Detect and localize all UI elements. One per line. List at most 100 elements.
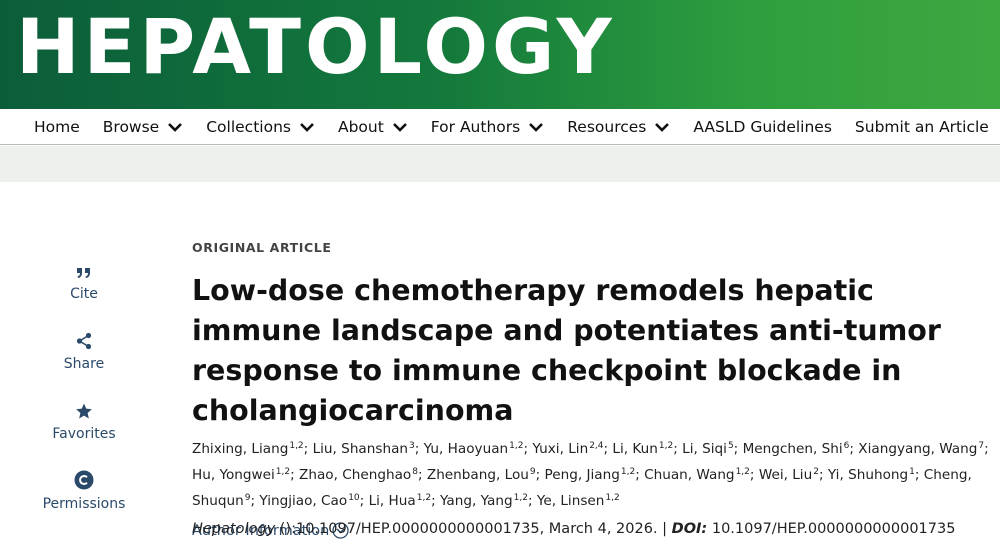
author-name[interactable]: Hu, Yongwei1,2 [192,467,290,483]
author-name-text: Mengchen, Shi [742,441,843,457]
author-affiliation: 7 [978,441,985,451]
author-affiliation: 1,2 [289,441,304,451]
author-name[interactable]: Yuxi, Lin2,4 [532,441,603,457]
star-icon [30,394,138,420]
author-name-text: Zhixing, Liang [192,441,289,457]
author-affiliation: 6 [843,441,850,451]
cite-button[interactable]: Cite [30,254,138,302]
toolbar-bar [0,146,1000,182]
author-name-text: Liu, Shanshan [312,441,409,457]
author-affiliation: 2,4 [589,441,604,451]
nav-item-resources[interactable]: Resources [567,118,670,136]
article-type: ORIGINAL ARTICLE [192,240,332,255]
permissions-button[interactable]: Permissions [30,464,138,512]
author-affiliation: 8 [412,467,418,477]
author-name-text: Wei, Liu [758,467,813,483]
author-name[interactable]: Liu, Shanshan3 [313,441,415,457]
journal-banner[interactable]: HEPATOLOGY [0,0,1000,109]
cite-label: Cite [70,286,98,302]
nav-item-aasld-guidelines[interactable]: AASLD Guidelines [693,118,832,136]
doi-label: DOI: [671,521,708,537]
citation-line: Hepatology ():10.1097/HEP.00000000000017… [192,521,992,537]
author-name-text: Yuxi, Lin [532,441,589,457]
author-name[interactable]: Ye, Linsen1,2 [537,493,620,509]
article-header: ORIGINAL ARTICLE Low-dose chemotherapy r… [192,240,992,539]
author-name[interactable]: Xiangyang, Wang7 [858,441,984,457]
author-name[interactable]: Chuan, Wang1,2 [644,467,750,483]
author-affiliation: 1,2 [275,467,291,477]
author-name-text: Hu, Yongwei [192,467,275,483]
chevron-down-icon [655,122,670,132]
author-name[interactable]: Yang, Yang1,2 [440,493,528,509]
nav-item-label: For Authors [430,117,521,136]
author-affiliation: 3 [409,441,415,451]
author-affiliation: 1,2 [605,493,620,503]
doi-link[interactable]: 10.1097/HEP.0000000000001735 [707,521,956,537]
author-name[interactable]: Peng, Jiang1,2 [545,467,636,483]
author-name-text: Yu, Haoyuan [423,441,509,457]
citation-details: ():10.1097/HEP.0000000000001735, March 4… [275,521,672,537]
chevron-down-icon [300,122,314,132]
nav-item-label: Home [34,117,80,136]
nav-item-label: AASLD Guidelines [693,117,832,136]
author-name[interactable]: Zhixing, Liang1,2 [192,441,304,457]
author-name-text: Xiangyang, Wang [858,441,978,457]
author-name[interactable]: Mengchen, Shi6 [743,441,850,457]
author-name-text: Yi, Shuhong [827,467,909,483]
author-name[interactable]: Li, Hua1,2 [369,493,432,509]
article-title: Low-dose chemotherapy remodels hepatic i… [192,274,941,427]
nav-item-browse[interactable]: Browse [103,118,183,136]
author-affiliation: 1,2 [735,467,750,477]
nav-item-label: Submit an Article [854,117,989,136]
author-name[interactable]: Li, Kun1,2 [612,441,673,457]
author-name-text: Peng, Jiang [544,467,620,483]
nav-item-submit-an-article[interactable]: Submit an Article [855,118,989,136]
author-name[interactable]: Yingjiao, Cao10 [259,493,359,509]
author-name-text: Li, Hua [368,493,416,509]
nav-item-home[interactable]: Home [34,118,80,136]
favorites-button[interactable]: Favorites [30,394,138,442]
author-affiliation: 1,2 [513,493,528,503]
author-name-text: Yingjiao, Cao [259,493,348,509]
nav-item-about[interactable]: About [338,118,408,136]
nav-item-for-authors[interactable]: For Authors [431,118,544,136]
citation-journal: Hepatology [192,521,276,537]
author-affiliation: 1 [909,467,915,477]
author-affiliation: 9 [244,493,251,503]
author-affiliation: 1,2 [658,441,674,451]
author-list: Zhixing, Liang1,2; Liu, Shanshan3; Yu, H… [192,441,989,509]
author-name-text: Zhao, Chenghao [299,467,412,483]
author-name[interactable]: Wei, Liu2 [759,467,819,483]
nav-item-label: Resources [567,117,647,136]
author-name-text: Chuan, Wang [644,467,735,483]
author-name-text: Zhenbang, Lou [426,467,529,483]
nav-item-label: About [337,117,384,136]
favorites-label: Favorites [52,426,116,442]
permissions-label: Permissions [42,496,126,512]
nav-item-collections[interactable]: Collections [206,118,315,136]
author-name[interactable]: Zhao, Chenghao8 [299,467,418,483]
author-name[interactable]: Yi, Shuhong1 [828,467,915,483]
author-name-text: Yang, Yang [439,493,513,509]
chevron-down-icon [168,122,183,132]
author-name-text: Ye, Linsen [536,493,605,509]
quote-icon [30,254,138,280]
author-affiliation: 1,2 [620,467,636,477]
journal-logo-title: HEPATOLOGY [16,2,616,91]
share-button[interactable]: Share [30,324,138,372]
chevron-down-icon [529,122,544,132]
chevron-down-icon [392,122,407,132]
author-affiliation: 2 [813,467,819,477]
nav-item-label: Browse [102,117,160,136]
author-name[interactable]: Zhenbang, Lou9 [427,467,536,483]
author-affiliation: 5 [727,441,734,451]
share-label: Share [63,356,105,372]
author-affiliation: 1,2 [509,441,524,451]
author-name-text: Li, Kun [612,441,658,457]
nav-item-label: Collections [206,117,291,136]
author-name[interactable]: Yu, Haoyuan1,2 [424,441,524,457]
author-affiliation: 9 [529,467,536,477]
author-affiliation: 1,2 [416,493,432,503]
author-name[interactable]: Li, Siqi5 [682,441,734,457]
main-nav: Home Browse Collections About For Authors Res… [0,109,1000,145]
